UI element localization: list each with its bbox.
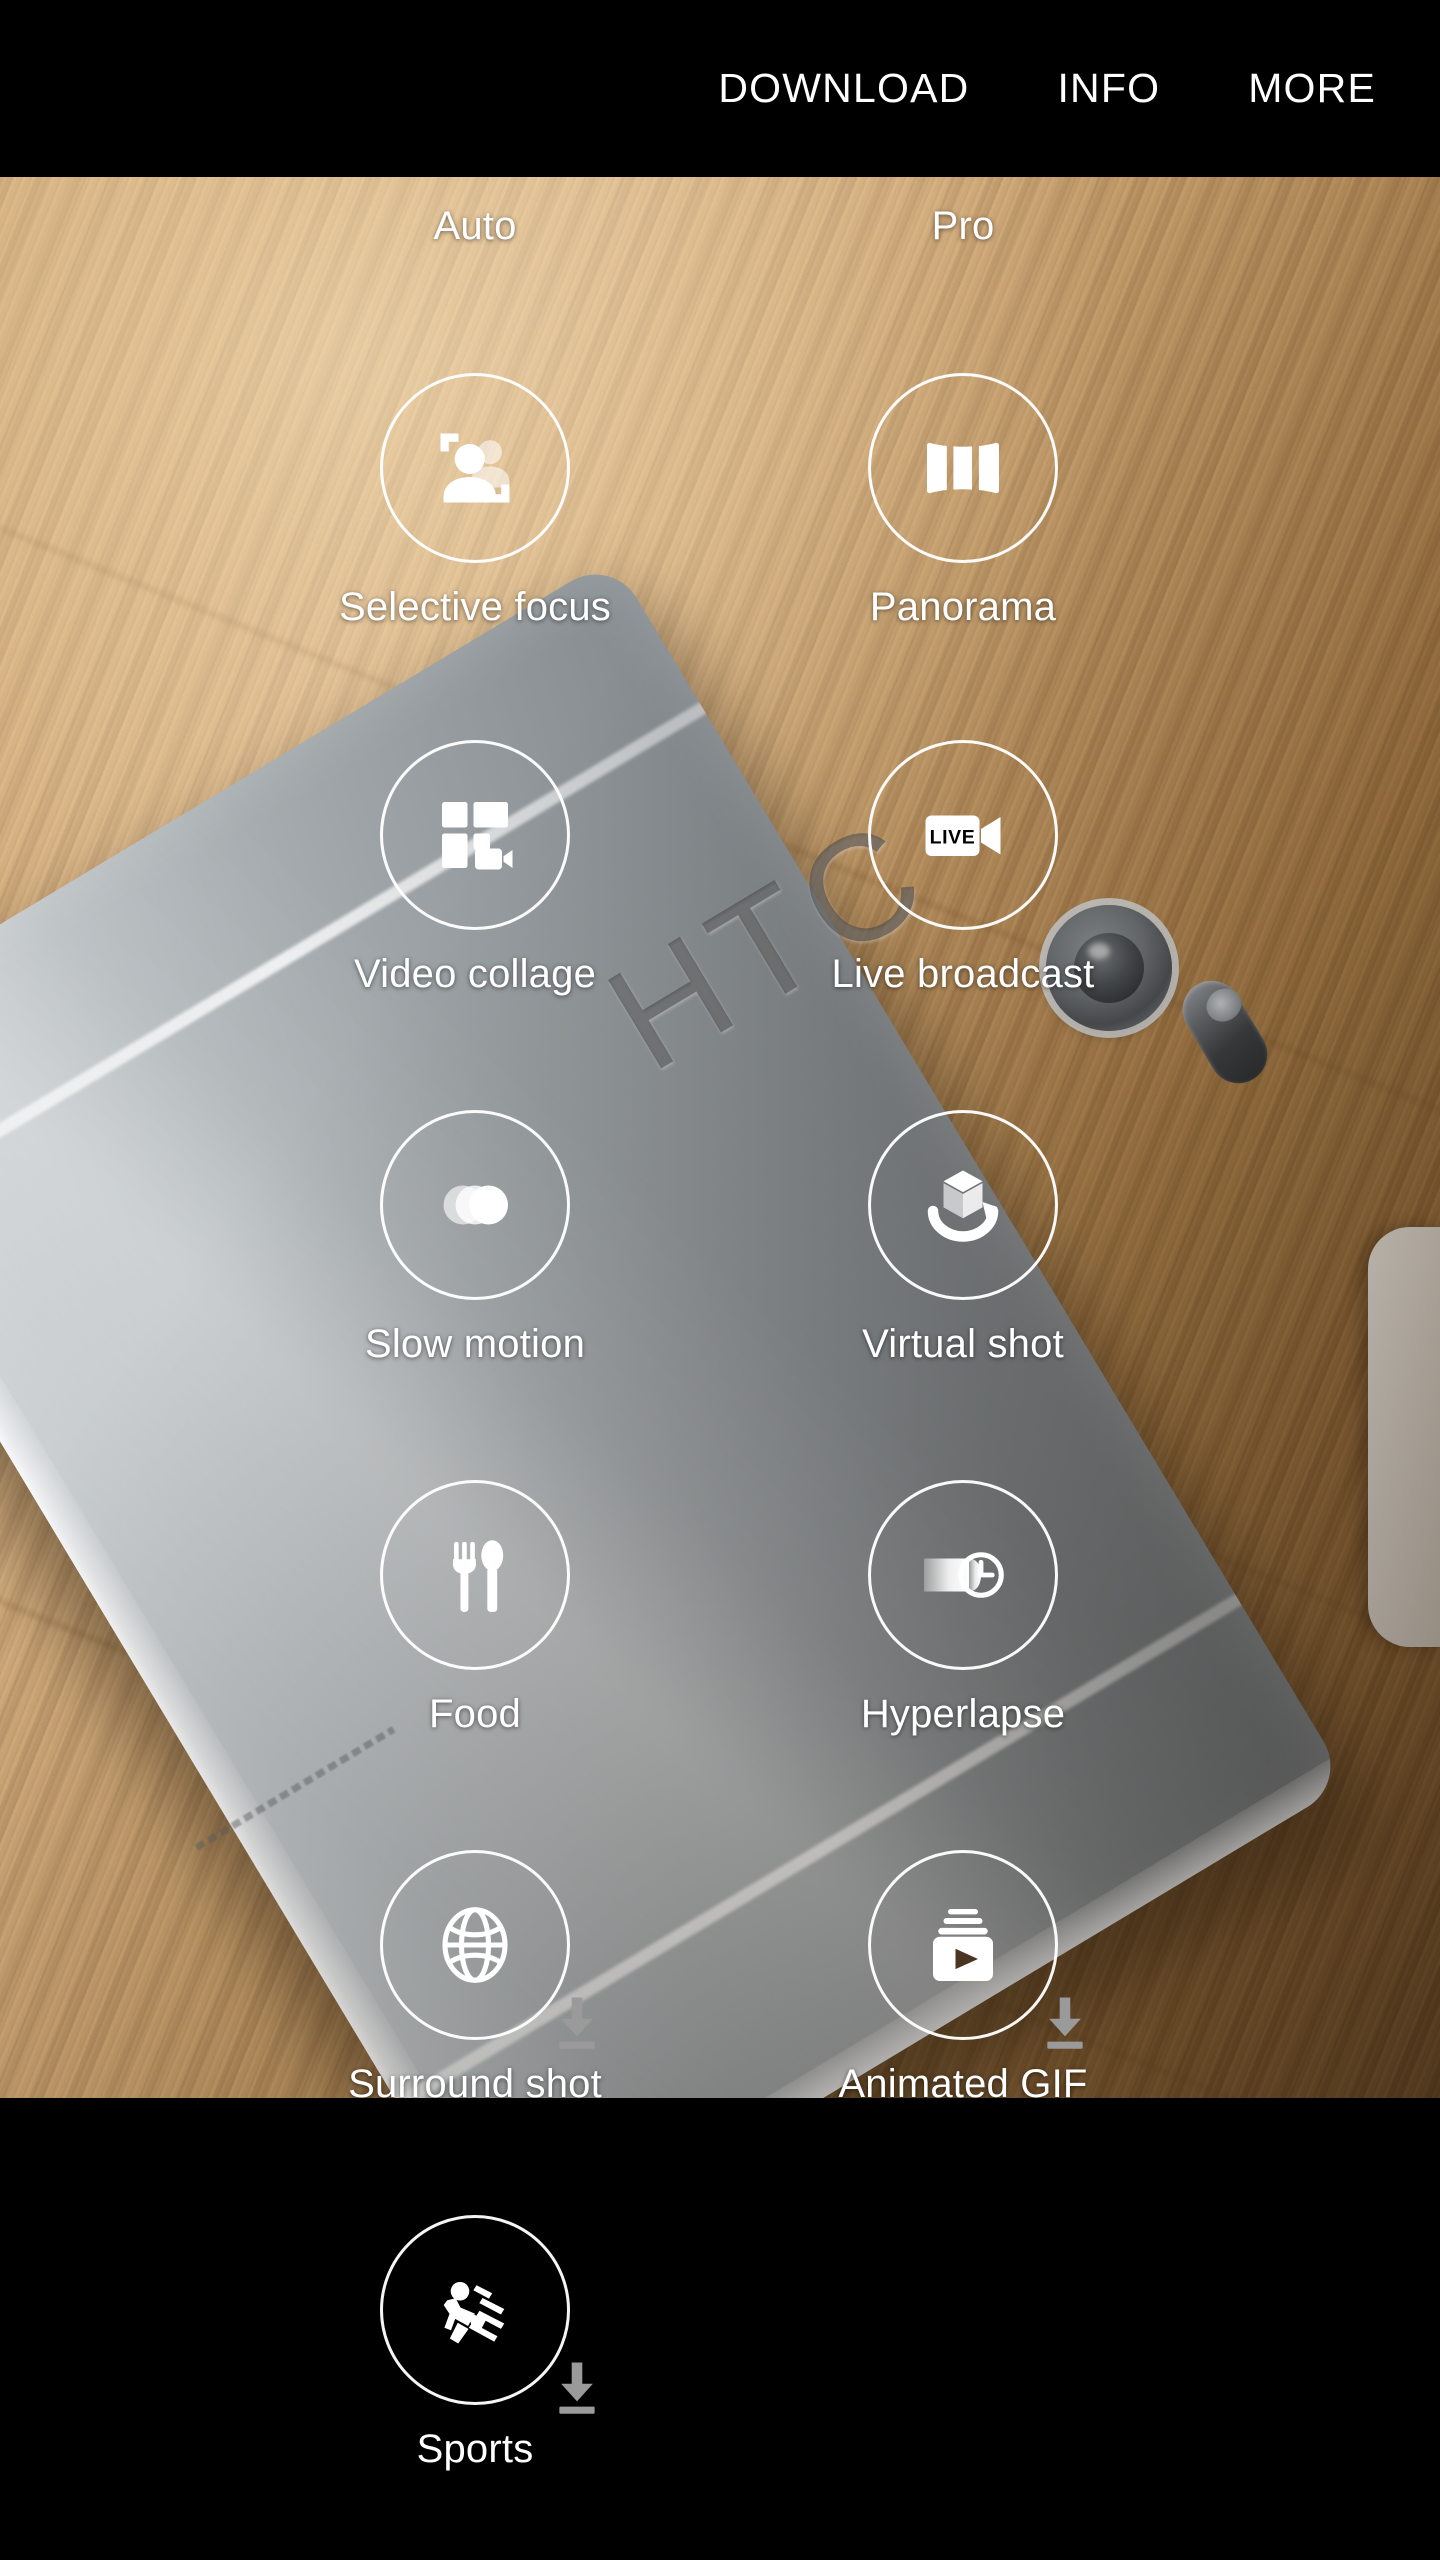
food-icon[interactable] [380, 1480, 570, 1670]
svg-text:LIVE: LIVE [930, 826, 976, 848]
mode-item-hyperlapse[interactable]: Hyperlapse [723, 1480, 1203, 1737]
slow-motion-icon[interactable] [380, 1110, 570, 1300]
panorama-icon[interactable] [868, 373, 1058, 563]
mode-label-panorama: Panorama [869, 585, 1057, 629]
surround-shot-icon[interactable] [380, 1850, 570, 2040]
selective-focus-icon[interactable] [380, 373, 570, 563]
mode-label-virtual-shot: Virtual shot [862, 1322, 1064, 1366]
camera-preview-background: HTC [0, 177, 1440, 2098]
mode-item-sports[interactable]: Sports [235, 2215, 715, 2472]
camera-mode-picker-screen: HTC Auto Pro Selective focus Panorama Video … [0, 0, 1440, 2560]
table-shadow-falloff [0, 177, 1440, 2098]
mode-icon-wrap-animated-gif [868, 1850, 1083, 2049]
mode-label-slow-motion: Slow motion [364, 1322, 586, 1366]
mode-label-surround-shot: Surround shot [348, 2062, 602, 2106]
live-broadcast-icon[interactable]: LIVE [868, 740, 1058, 930]
info-button[interactable]: INFO [1057, 65, 1160, 112]
virtual-shot-icon[interactable] [868, 1110, 1058, 1300]
video-collage-icon[interactable] [380, 740, 570, 930]
hyperlapse-icon[interactable] [868, 1480, 1058, 1670]
mode-icon-wrap-sports [380, 2215, 595, 2414]
mode-icon-wrap-video-collage [380, 740, 570, 930]
mode-label-animated-gif: Animated GIF [838, 2062, 1088, 2106]
mode-icon-wrap-selective-focus [380, 373, 570, 563]
mode-label-selective-focus: Selective focus [338, 585, 612, 629]
mode-icon-wrap-food [380, 1480, 570, 1670]
download-button[interactable]: DOWNLOAD [718, 65, 969, 112]
mode-label-auto: Auto [433, 204, 517, 248]
mode-item-virtual-shot[interactable]: Virtual shot [723, 1110, 1203, 1367]
download-badge-icon[interactable] [550, 2359, 604, 2419]
mode-item-food[interactable]: Food [235, 1480, 715, 1737]
mode-item-live-broadcast[interactable]: LIVE Live broadcast [723, 740, 1203, 997]
mode-label-sports: Sports [416, 2427, 534, 2471]
mode-icon-wrap-panorama [868, 373, 1058, 563]
mode-icon-wrap-virtual-shot [868, 1110, 1058, 1300]
mode-icon-wrap-slow-motion [380, 1110, 570, 1300]
mode-item-slow-motion[interactable]: Slow motion [235, 1110, 715, 1367]
animated-gif-icon[interactable] [868, 1850, 1058, 2040]
sports-icon[interactable] [380, 2215, 570, 2405]
mode-icon-wrap-hyperlapse [868, 1480, 1058, 1670]
mode-icon-wrap-surround-shot [380, 1850, 595, 2049]
mode-label-pro: Pro [931, 204, 995, 248]
mode-item-video-collage[interactable]: Video collage [235, 740, 715, 997]
mode-item-animated-gif[interactable]: Animated GIF [723, 1850, 1203, 2107]
download-badge-icon[interactable] [550, 1994, 604, 2054]
mode-item-panorama[interactable]: Panorama [723, 373, 1203, 630]
mode-item-surround-shot[interactable]: Surround shot [235, 1850, 715, 2107]
mode-label-food: Food [429, 1692, 521, 1736]
top-action-bar: DOWNLOAD INFO MORE [0, 0, 1440, 177]
mode-item-selective-focus[interactable]: Selective focus [235, 373, 715, 630]
more-button[interactable]: MORE [1248, 65, 1376, 112]
mode-icon-wrap-live-broadcast: LIVE [868, 740, 1058, 930]
mode-label-hyperlapse: Hyperlapse [860, 1692, 1066, 1736]
download-badge-icon[interactable] [1038, 1994, 1092, 2054]
mode-label-live-broadcast: Live broadcast [831, 952, 1095, 996]
bottom-black-panel [0, 2098, 1440, 2560]
mode-label-video-collage: Video collage [353, 952, 597, 996]
